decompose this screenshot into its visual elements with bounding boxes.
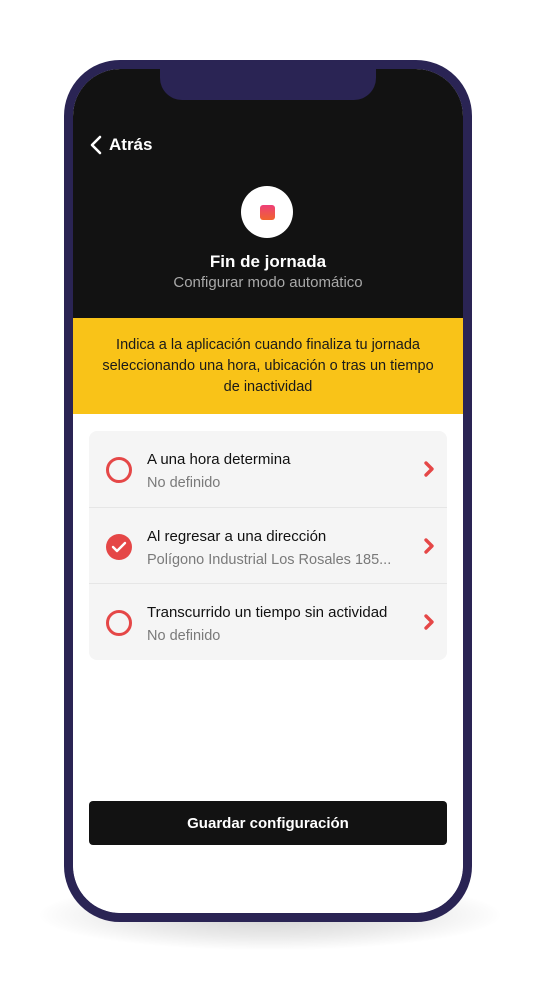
page-title: Fin de jornada	[209, 252, 327, 271]
phone-notch	[160, 69, 376, 100]
option-row-time[interactable]: A una hora determina No definido	[89, 431, 447, 507]
save-configuration-button[interactable]: Guardar configuración	[89, 801, 447, 845]
option-detail: No definido	[147, 475, 221, 491]
option-row-inactivity[interactable]: Transcurrido un tiempo sin actividad No …	[89, 583, 447, 660]
option-detail: Polígono Industrial Los Rosales 185...	[147, 552, 392, 568]
stop-badge	[241, 186, 293, 238]
chevron-left-icon	[89, 135, 103, 155]
option-title: Transcurrido un tiempo sin actividad	[147, 604, 388, 621]
back-label: Atrás	[109, 135, 153, 154]
banner-text: Indica a la aplicación cuando finaliza t…	[102, 336, 434, 395]
header: Atrás Fin de jornada Configurar modo aut…	[73, 69, 463, 318]
phone-screen: Atrás Fin de jornada Configurar modo aut…	[73, 69, 463, 913]
phone-frame: Atrás Fin de jornada Configurar modo aut…	[64, 60, 472, 922]
chevron-right-icon	[423, 537, 435, 555]
back-button[interactable]: Atrás	[89, 133, 152, 157]
chevron-right-icon	[423, 460, 435, 478]
option-title: A una hora determina	[147, 451, 291, 468]
option-title: Al regresar a una dirección	[147, 528, 327, 545]
page-subtitle: Configurar modo automático	[173, 274, 363, 291]
stop-square-icon	[259, 204, 275, 220]
options-list: A una hora determina No definido Al regr…	[89, 431, 447, 660]
radio-unchecked-icon[interactable]	[106, 610, 132, 636]
mockup-stage: Atrás Fin de jornada Configurar modo aut…	[0, 0, 540, 982]
chevron-right-icon	[423, 613, 435, 631]
radio-checked-icon[interactable]	[106, 534, 132, 560]
option-detail: No definido	[147, 628, 221, 644]
radio-unchecked-icon[interactable]	[106, 457, 132, 483]
option-row-address[interactable]: Al regresar a una dirección Polígono Ind…	[89, 507, 447, 584]
info-banner: Indica a la aplicación cuando finaliza t…	[73, 318, 463, 414]
